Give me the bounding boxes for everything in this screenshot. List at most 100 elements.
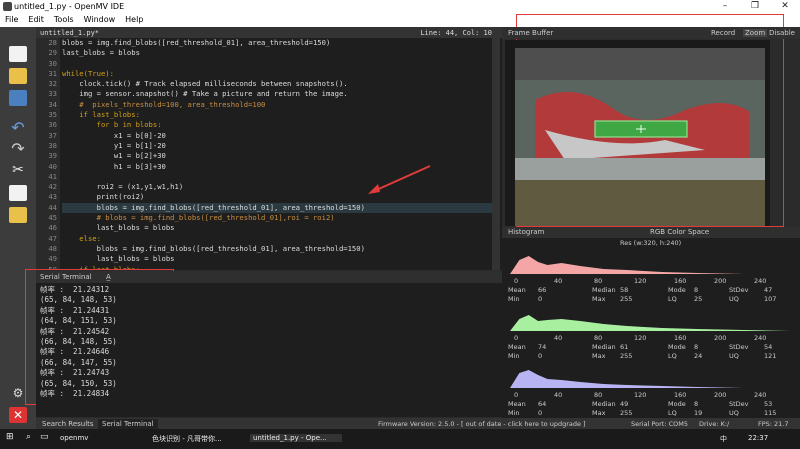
- taskbar-app-browser[interactable]: 色块识别 - 凡哥带你...: [152, 434, 244, 444]
- serial-line: (66, 84, 147, 55): [40, 357, 117, 367]
- serial-terminal[interactable]: Serial Terminal A̲ 帧率 : 21.24312 (65, 84,…: [36, 271, 502, 417]
- framebuffer-title: Frame Buffer: [508, 29, 554, 37]
- annotation-arrow: [368, 165, 431, 194]
- tab-search-results[interactable]: Search Results: [38, 419, 98, 429]
- histogram-panel: Res (w:320, h:240) 0 40 80 120 160 200 240 Mean…: [502, 238, 800, 418]
- minimize-button[interactable]: –: [710, 0, 740, 13]
- histogram-tick: 0: [514, 391, 519, 399]
- histogram-stat: StDev: [729, 286, 749, 294]
- clock[interactable]: 22:37: [748, 434, 768, 442]
- histogram-plot: [510, 256, 791, 274]
- histogram-stat: 74: [538, 343, 547, 351]
- disable-button[interactable]: Disable: [769, 29, 795, 37]
- drive-status: Drive: K:/: [699, 420, 730, 428]
- taskbar-app-openmv[interactable]: openmv: [60, 434, 146, 442]
- maximize-button[interactable]: ❐: [740, 0, 770, 13]
- window-title: untitled_1.py - OpenMV IDE: [14, 2, 125, 11]
- serial-line: 帧率 : 21.24542: [40, 326, 110, 336]
- histogram-stat: StDev: [729, 400, 749, 408]
- histogram-stat: LQ: [668, 295, 677, 303]
- new-file-icon[interactable]: [9, 46, 27, 62]
- histogram-plot: [510, 315, 791, 331]
- line-number: 37: [48, 130, 57, 140]
- editor-scrollbar[interactable]: [492, 38, 500, 270]
- histogram-stat: Median: [592, 286, 616, 294]
- code-line: clock.tick() # Track elapsed millisecond…: [62, 79, 348, 89]
- histogram-channel: 0 40 80 120 160 200 240 Mean 64 Median 49 Mode 8 StDe…: [502, 364, 800, 420]
- copy-icon[interactable]: [9, 185, 27, 201]
- code-editor[interactable]: untitled_1.py* Line: 44, Col: 10 28 29 30 3…: [36, 27, 502, 270]
- histogram-stat: LQ: [668, 409, 677, 417]
- menu-tools[interactable]: Tools: [49, 13, 79, 27]
- histogram-tick: 200: [714, 277, 727, 285]
- histogram-stat: Max: [592, 409, 606, 417]
- taskbar: ⊞ ⌕ ▭ openmv 色块识别 - 凡哥带你... untitled_1.p…: [0, 429, 800, 449]
- serial-line: (66, 84, 148, 55): [40, 336, 117, 346]
- disconnect-stop-icon[interactable]: ✕: [9, 407, 27, 423]
- histogram-tick: 120: [634, 334, 647, 342]
- code-line: last_blobs = blobs: [62, 48, 140, 58]
- undo-icon[interactable]: ↶: [9, 120, 27, 136]
- cut-icon[interactable]: ✂: [9, 162, 27, 178]
- save-icon[interactable]: [9, 90, 27, 106]
- close-button[interactable]: ✕: [770, 0, 800, 13]
- menu-edit[interactable]: Edit: [23, 13, 49, 27]
- menu-window[interactable]: Window: [79, 13, 121, 27]
- histogram-stat: UQ: [729, 409, 739, 417]
- zoom-button[interactable]: Zoom: [743, 29, 768, 37]
- paste-icon[interactable]: [9, 207, 27, 223]
- histogram-tick: 40: [554, 277, 563, 285]
- menu-help[interactable]: Help: [120, 13, 148, 27]
- open-folder-icon[interactable]: [9, 68, 27, 84]
- tab-serial-terminal[interactable]: Serial Terminal: [98, 419, 158, 429]
- histogram-stat: 61: [620, 343, 629, 351]
- code-area[interactable]: blobs = img.find_blobs([red_threshold_01…: [62, 38, 496, 270]
- code-line: blobs = img.find_blobs([red_threshold_01…: [62, 202, 496, 214]
- histogram-stat: 25: [694, 295, 703, 303]
- serial-output: 帧率 : 21.24312 (65, 84, 148, 53) 帧率 : 21.24…: [36, 283, 502, 401]
- taskbar-app-ide[interactable]: untitled_1.py - Ope...: [250, 434, 342, 442]
- redo-icon[interactable]: ↷: [9, 141, 27, 157]
- serial-line: 帧率 : 21.24646: [40, 347, 110, 357]
- code-line: # pixels_threshold=100, area_threshold=1…: [62, 99, 266, 109]
- line-number: 46: [48, 223, 57, 233]
- firmware-status[interactable]: Firmware Version: 2.5.0 - [ out of date …: [378, 420, 586, 428]
- font-icon[interactable]: A̲: [106, 273, 111, 281]
- windows-start-icon[interactable]: ⊞: [6, 432, 14, 442]
- menu-file[interactable]: File: [0, 13, 23, 27]
- color-space-select[interactable]: RGB Color Space: [650, 228, 709, 236]
- input-language[interactable]: 中: [720, 434, 727, 444]
- editor-tab[interactable]: untitled_1.py*: [40, 29, 99, 37]
- histogram-stat: 47: [764, 286, 773, 294]
- histogram-stat: 8: [694, 286, 699, 294]
- histogram-tick: 80: [594, 277, 603, 285]
- histogram-stat: 8: [694, 400, 699, 408]
- histogram-stat: LQ: [668, 352, 677, 360]
- histogram-tick: 40: [554, 334, 563, 342]
- histogram-stat: Mean: [508, 400, 526, 408]
- line-number: 49: [48, 254, 57, 264]
- histogram-stat: 58: [620, 286, 629, 294]
- line-number: 45: [48, 213, 57, 223]
- line-number: 44: [48, 202, 57, 212]
- editor-header: untitled_1.py* Line: 44, Col: 10: [36, 27, 502, 38]
- histogram-tick: 80: [594, 391, 603, 399]
- histogram-stat: Max: [592, 352, 606, 360]
- histogram-tick: 160: [674, 391, 687, 399]
- code-line: blobs = img.find_blobs([red_threshold_01…: [62, 38, 331, 47]
- line-number: 34: [48, 99, 57, 109]
- histogram-tick: 200: [714, 391, 727, 399]
- histogram-stat: 115: [764, 409, 777, 417]
- histogram-tick: 120: [634, 277, 647, 285]
- histogram-stat: 54: [764, 343, 773, 351]
- record-button[interactable]: Record: [711, 29, 735, 37]
- histogram-stat: 0: [538, 295, 543, 303]
- code-line: # blobs = img.find_blobs([red_threshold_…: [62, 213, 335, 223]
- histogram-stat: 64: [538, 400, 547, 408]
- fps-status: FPS: 21.7: [758, 420, 789, 428]
- task-view-icon[interactable]: ▭: [40, 432, 49, 442]
- line-number: 29: [48, 48, 57, 58]
- line-number: 43: [48, 192, 57, 202]
- histogram-tick: 240: [754, 334, 767, 342]
- search-icon[interactable]: ⌕: [26, 432, 31, 442]
